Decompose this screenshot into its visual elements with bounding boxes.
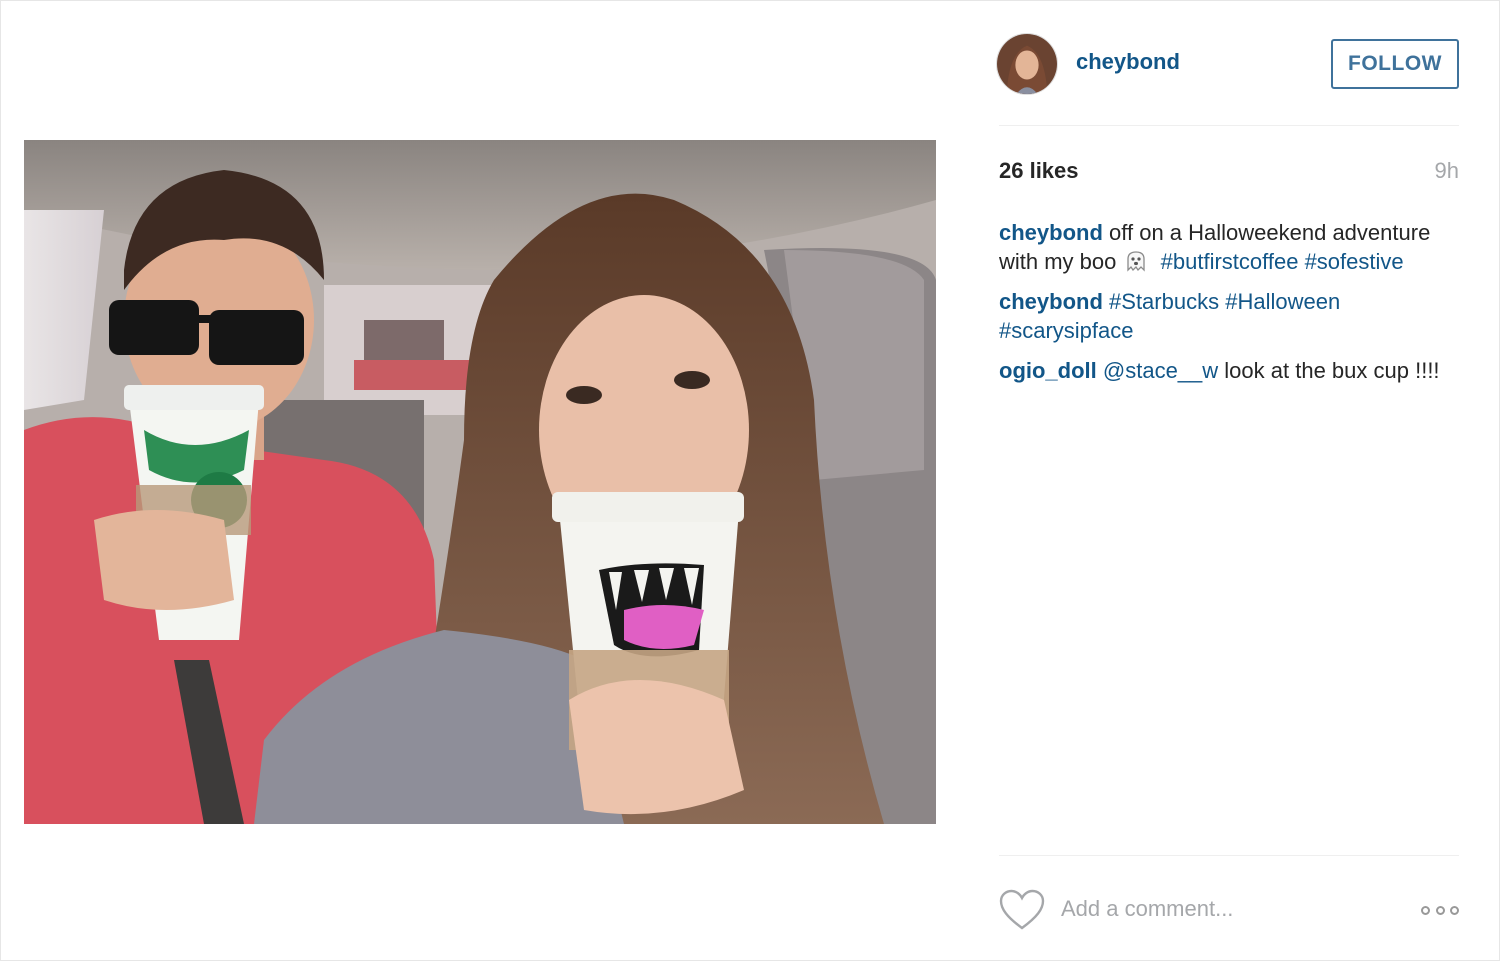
comments-list: cheybond off on a Halloweekend adventure… bbox=[999, 218, 1459, 396]
follow-button[interactable]: FOLLOW bbox=[1331, 39, 1459, 89]
username-link[interactable]: cheybond bbox=[1076, 49, 1180, 75]
avatar-image bbox=[997, 34, 1057, 94]
list-item: cheybond off on a Halloweekend adventure… bbox=[999, 218, 1459, 276]
post-header: cheybond FOLLOW bbox=[996, 31, 1459, 95]
photo-illustration bbox=[24, 140, 936, 824]
post-frame: cheybond FOLLOW 26 likes 9h cheybond off… bbox=[0, 0, 1500, 961]
more-options-icon[interactable] bbox=[1421, 902, 1459, 918]
ghost-icon bbox=[1125, 250, 1147, 272]
post-sidebar: cheybond FOLLOW 26 likes 9h cheybond off… bbox=[996, 1, 1459, 961]
heart-icon[interactable] bbox=[999, 889, 1045, 931]
time-ago[interactable]: 9h bbox=[1435, 158, 1459, 184]
list-item: cheybond #Starbucks #Halloween #scarysip… bbox=[999, 287, 1459, 345]
hashtag-link[interactable]: #Starbucks bbox=[1109, 289, 1219, 314]
post-footer bbox=[999, 886, 1459, 934]
hashtag-link[interactable]: #butfirstcoffee bbox=[1161, 249, 1299, 274]
divider bbox=[999, 855, 1459, 856]
list-item: ogio_doll @stace__w look at the bux cup … bbox=[999, 356, 1459, 385]
post-photo[interactable] bbox=[24, 140, 936, 824]
comment-author[interactable]: ogio_doll bbox=[999, 358, 1097, 383]
comment-text: look at the bux cup !!!! bbox=[1224, 358, 1440, 383]
likes-count[interactable]: 26 likes bbox=[999, 158, 1079, 184]
mention-link[interactable]: @stace__w bbox=[1103, 358, 1218, 383]
comment-input[interactable] bbox=[1061, 893, 1401, 925]
comment-author[interactable]: cheybond bbox=[999, 289, 1103, 314]
comment-author[interactable]: cheybond bbox=[999, 220, 1103, 245]
avatar[interactable] bbox=[996, 33, 1058, 95]
divider bbox=[999, 125, 1459, 126]
hashtag-link[interactable]: #sofestive bbox=[1305, 249, 1404, 274]
hashtag-link[interactable]: #scarysipface bbox=[999, 318, 1134, 343]
hashtag-link[interactable]: #Halloween bbox=[1225, 289, 1340, 314]
post-stats: 26 likes 9h bbox=[999, 158, 1459, 188]
